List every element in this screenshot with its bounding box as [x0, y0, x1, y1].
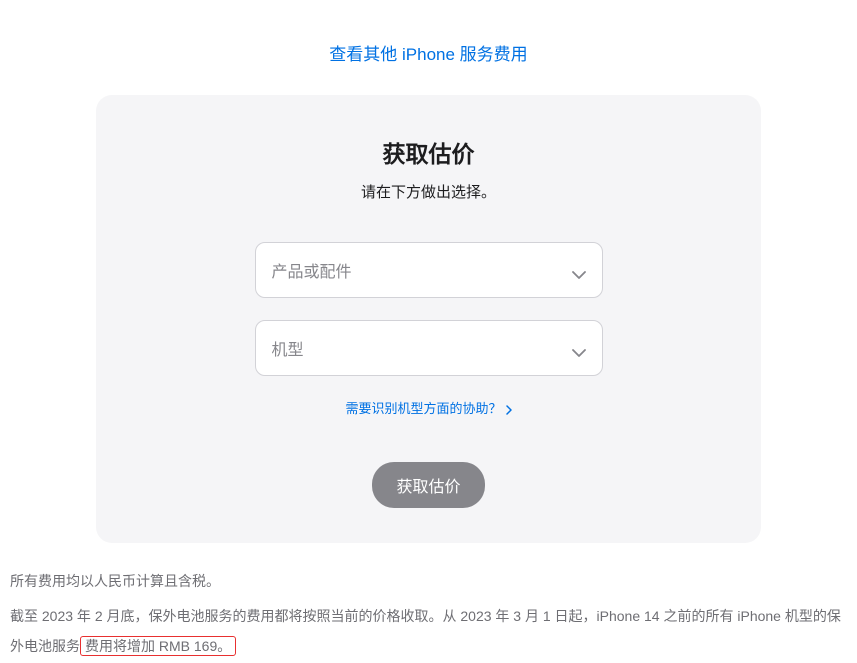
get-estimate-button[interactable]: 获取估价 — [372, 462, 484, 508]
product-select-placeholder: 产品或配件 — [272, 258, 352, 282]
card-subtitle: 请在下方做出选择。 — [116, 181, 741, 202]
card-title: 获取估价 — [116, 135, 741, 169]
product-select[interactable]: 产品或配件 — [255, 242, 603, 298]
footer-highlight: 费用将增加 RMB 169。 — [80, 636, 236, 656]
other-services-link[interactable]: 查看其他 iPhone 服务费用 — [329, 45, 527, 64]
identify-model-help-link[interactable]: 需要识别机型方面的协助？ — [345, 398, 511, 417]
footer-notes: 所有费用均以人民币计算且含税。 截至 2023 年 2 月底，保外电池服务的费用… — [0, 543, 857, 661]
model-select[interactable]: 机型 — [255, 320, 603, 376]
estimate-card: 获取估价 请在下方做出选择。 产品或配件 机型 需要识别机型方面的协助？ 获取估… — [96, 95, 761, 543]
footer-line-2: 截至 2023 年 2 月底，保外电池服务的费用都将按照当前的价格收取。从 20… — [10, 602, 847, 661]
chevron-down-icon — [572, 344, 586, 352]
footer-line-1: 所有费用均以人民币计算且含税。 — [10, 567, 847, 596]
help-link-label: 需要识别机型方面的协助？ — [345, 398, 501, 417]
model-select-placeholder: 机型 — [272, 336, 304, 360]
chevron-down-icon — [572, 266, 586, 274]
chevron-right-icon — [506, 403, 512, 413]
